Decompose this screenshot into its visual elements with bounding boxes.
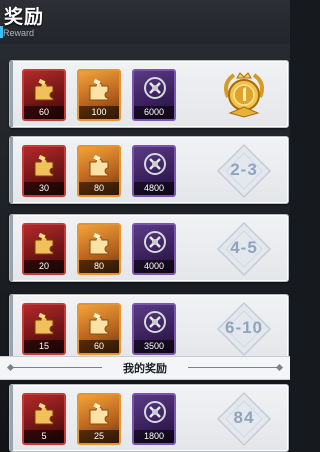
my-rank-label: 84 <box>233 408 255 427</box>
my-rank-badge: 84 <box>216 391 272 447</box>
reward-item-red-puzzle[interactable]: 30 <box>22 145 66 197</box>
purple-wreath-emblem-icon <box>144 77 166 99</box>
item-quantity: 3500 <box>134 340 174 353</box>
orange-puzzle-piece-icon <box>89 78 109 101</box>
gold-crown-medal-icon <box>224 72 264 118</box>
orange-puzzle-piece-icon <box>89 232 109 255</box>
red-puzzle-piece-icon <box>34 312 54 335</box>
reward-item-purple-emblem[interactable]: 3500 <box>132 303 176 355</box>
item-quantity: 80 <box>79 260 119 273</box>
reward-row-rank-1: 60 100 6000 <box>9 60 289 128</box>
reward-item-orange-puzzle[interactable]: 25 <box>77 393 121 445</box>
rank-badge: 2-3 <box>216 143 272 199</box>
reward-header: 奖励 Reward <box>0 0 290 44</box>
item-quantity: 30 <box>24 182 64 195</box>
page-title: 奖励 <box>4 6 45 28</box>
orange-puzzle-piece-icon <box>89 312 109 335</box>
reward-item-orange-puzzle[interactable]: 60 <box>77 303 121 355</box>
red-puzzle-piece-icon <box>34 232 54 255</box>
orange-puzzle-piece-icon <box>89 154 109 177</box>
reward-row-rank-4-5: 20 80 4000 4-5 <box>9 214 289 282</box>
reward-item-purple-emblem[interactable]: 4000 <box>132 223 176 275</box>
card-edge <box>10 61 13 127</box>
item-quantity: 5 <box>24 430 64 443</box>
purple-wreath-emblem-icon <box>144 231 166 253</box>
reward-item-purple-emblem[interactable]: 6000 <box>132 69 176 121</box>
reward-item-red-puzzle[interactable]: 5 <box>22 393 66 445</box>
purple-wreath-emblem-icon <box>144 401 166 423</box>
red-puzzle-piece-icon <box>34 78 54 101</box>
my-reward-divider: 我的奖励 <box>0 356 290 380</box>
rank-gold-medal <box>216 67 272 123</box>
my-reward-row: 5 25 1800 84 <box>9 384 289 452</box>
my-reward-label: 我的奖励 <box>123 362 167 375</box>
rank-badge: 4-5 <box>216 221 272 277</box>
page-subtitle: Reward <box>3 28 35 38</box>
card-edge <box>10 385 13 451</box>
red-puzzle-piece-icon <box>34 402 54 425</box>
item-quantity: 60 <box>79 340 119 353</box>
item-quantity: 60 <box>24 106 64 119</box>
reward-item-orange-puzzle[interactable]: 80 <box>77 223 121 275</box>
reward-row-rank-2-3: 30 80 4800 2-3 <box>9 136 289 204</box>
card-edge <box>10 215 13 281</box>
reward-item-orange-puzzle[interactable]: 100 <box>77 69 121 121</box>
orange-puzzle-piece-icon <box>89 402 109 425</box>
item-quantity: 80 <box>79 182 119 195</box>
reward-item-purple-emblem[interactable]: 4800 <box>132 145 176 197</box>
item-quantity: 1800 <box>134 430 174 443</box>
purple-wreath-emblem-icon <box>144 311 166 333</box>
rank-range-label: 2-3 <box>230 160 258 179</box>
rank-range-label: 4-5 <box>230 238 258 257</box>
card-edge <box>10 137 13 203</box>
rank-badge: 6-10 <box>216 301 272 357</box>
card-edge <box>10 295 13 361</box>
reward-list[interactable]: 60 100 6000 30 80 4800 2-3 20 80 4000 4-… <box>0 48 290 452</box>
item-quantity: 25 <box>79 430 119 443</box>
reward-item-red-puzzle[interactable]: 20 <box>22 223 66 275</box>
item-quantity: 100 <box>79 106 119 119</box>
reward-item-red-puzzle[interactable]: 60 <box>22 69 66 121</box>
reward-item-purple-emblem[interactable]: 1800 <box>132 393 176 445</box>
reward-row-rank-6-10: 15 60 3500 6-10 <box>9 294 289 362</box>
item-quantity: 20 <box>24 260 64 273</box>
purple-wreath-emblem-icon <box>144 153 166 175</box>
reward-item-red-puzzle[interactable]: 15 <box>22 303 66 355</box>
item-quantity: 15 <box>24 340 64 353</box>
item-quantity: 6000 <box>134 106 174 119</box>
item-quantity: 4000 <box>134 260 174 273</box>
red-puzzle-piece-icon <box>34 154 54 177</box>
reward-item-orange-puzzle[interactable]: 80 <box>77 145 121 197</box>
rank-range-label: 6-10 <box>224 318 264 337</box>
item-quantity: 4800 <box>134 182 174 195</box>
